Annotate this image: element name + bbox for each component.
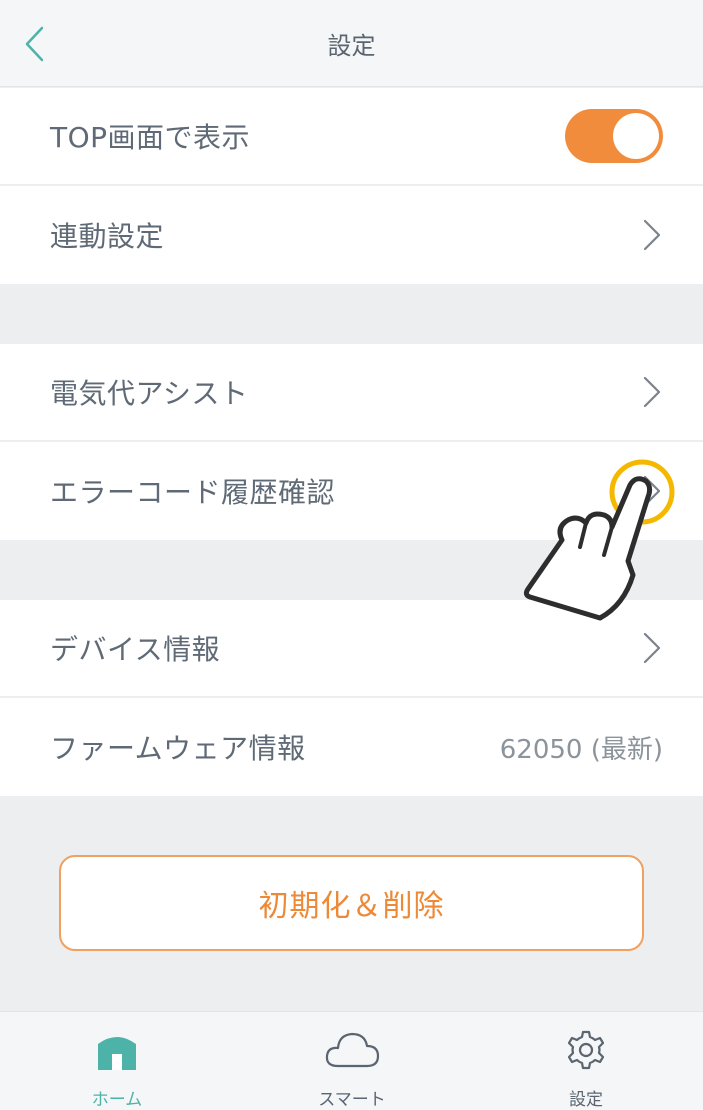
tab-label: ホーム (91, 1090, 143, 1110)
setting-row-error-code-history[interactable]: エラーコード履歴確認 (0, 442, 703, 540)
setting-row-device-info[interactable]: デバイス情報 (0, 600, 703, 698)
reset-and-delete-button[interactable]: 初期化＆削除 (59, 855, 644, 951)
cloud-icon (325, 1032, 380, 1067)
setting-label: TOP画面で表示 (50, 121, 251, 154)
settings-group-device: デバイス情報 ファームウェア情報 62050 (最新) (0, 600, 703, 796)
chevron-right-icon (643, 632, 661, 664)
firmware-version-value: 62050 (最新) (499, 734, 663, 765)
chevron-right-icon (643, 219, 661, 251)
setting-row-linkage[interactable]: 連動設定 (0, 186, 703, 284)
header-bar: 設定 (0, 0, 703, 87)
setting-label: エラーコード履歴確認 (50, 476, 336, 509)
setting-label: ファームウェア情報 (50, 732, 306, 765)
tab-settings[interactable]: 設定 (511, 1012, 661, 1110)
setting-label: 連動設定 (50, 220, 165, 253)
tab-home[interactable]: ホーム (42, 1012, 192, 1110)
tab-label: スマート (318, 1090, 386, 1110)
tab-smart[interactable]: スマート (277, 1012, 427, 1110)
chevron-right-icon (643, 475, 661, 507)
setting-row-electricity-assist[interactable]: 電気代アシスト (0, 344, 703, 442)
setting-row-firmware-info: ファームウェア情報 62050 (最新) (0, 698, 703, 796)
home-icon (98, 1036, 136, 1070)
tab-label: 設定 (569, 1090, 603, 1110)
setting-row-top-display: TOP画面で表示 (0, 88, 703, 186)
top-display-toggle[interactable] (565, 109, 663, 163)
toggle-knob (613, 113, 659, 159)
page-title: 設定 (327, 32, 376, 60)
settings-group-display: TOP画面で表示 連動設定 (0, 88, 703, 284)
settings-group-assist: 電気代アシスト エラーコード履歴確認 (0, 344, 703, 540)
bottom-tab-bar: ホーム スマート 設定 (0, 1011, 703, 1110)
gear-icon (567, 1030, 605, 1069)
setting-label: デバイス情報 (50, 633, 221, 666)
setting-label: 電気代アシスト (50, 377, 249, 410)
chevron-right-icon (643, 376, 661, 408)
